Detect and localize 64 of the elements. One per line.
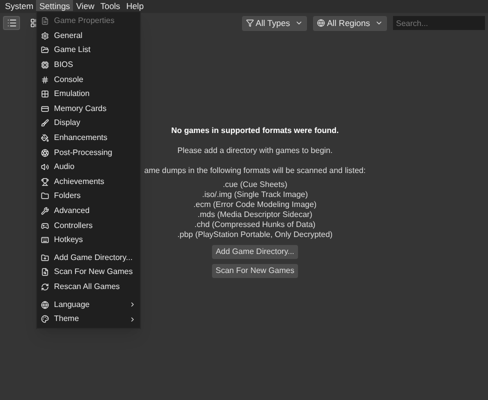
menu-item[interactable]: Language [37,297,140,312]
type-filter-dropdown[interactable]: All Types [242,16,307,30]
globe-icon [317,19,325,27]
format-entry: .iso/.img (Single Track Image) [202,190,308,200]
refresh-icon [41,282,49,291]
filter-icon [246,19,254,27]
menu-bar-item[interactable]: View [73,0,98,13]
menu-item[interactable]: General [37,28,140,44]
settings-icon [41,32,49,40]
menu-item[interactable]: Achievements [37,174,140,190]
menu-item[interactable]: Console [37,72,140,87]
folder-icon [41,192,49,200]
view-button[interactable] [3,16,20,30]
format-entry: .chd (Compressed Hunks of Data) [194,220,316,230]
menu-bar-item[interactable]: System [2,0,36,13]
menu-item[interactable]: Scan For New Games [37,265,140,280]
format-entry: .ecm (Error Code Modeling Image) [193,200,317,210]
menu-item[interactable]: Emulation [37,86,140,102]
hash-icon [41,76,49,84]
region-filter-dropdown[interactable]: All Regions [313,16,387,30]
menu-item[interactable]: Game List [37,43,140,58]
caret-icon [375,19,383,27]
format-entry: .mds (Media Descriptor Sidecar) [198,210,312,220]
menu-item[interactable]: BIOS [37,58,140,72]
format-entry: .cue (Cue Sheets) [222,180,288,190]
globe-icon [41,300,49,309]
search-field[interactable]: Search... [393,16,485,30]
menu-item[interactable]: Controllers [37,218,140,233]
menu-item[interactable]: Folders [37,189,140,204]
file-search-icon [41,268,49,276]
brush-icon [41,119,49,128]
menu-bar-item[interactable]: Tools [97,0,124,13]
chip-icon [41,61,49,70]
menu-item[interactable]: Audio [37,160,140,175]
action-button[interactable]: Add Game Directory... [212,244,298,258]
action-button[interactable]: Scan For New Games [212,264,298,278]
menu-item[interactable]: Rescan All Games [37,280,140,294]
card-icon [41,104,49,113]
menu-item[interactable]: Display [37,116,140,131]
folder-icon [41,46,49,54]
menu-item[interactable]: Post-Processing [37,145,140,160]
menu-bar-item[interactable]: Help [123,0,147,13]
speaker-icon [41,163,49,172]
menu-item[interactable]: Theme [37,312,140,326]
keyboard-icon [41,236,49,244]
empty-state-hint: Please add a directory with games to begin. [177,144,333,156]
grid-icon [41,90,49,98]
format-entry: .pbp (PlayStation Portable, Only Decrypted) [177,230,333,240]
wrench-icon [41,207,49,216]
formats-intro: ame dumps in the following formats will be scanned and listed: [144,164,366,176]
menu-item[interactable]: Add Game Directory... [37,250,140,266]
caret-icon [295,19,303,27]
menu-item[interactable]: Hotkeys [37,232,140,248]
menu-item[interactable]: Advanced [37,204,140,218]
empty-state-title: No games in supported formats were found. [171,124,339,136]
menu-item[interactable]: Memory Cards [37,102,140,116]
menu-item[interactable]: Enhancements [37,130,140,146]
trophy-icon [41,178,49,186]
document-icon [41,17,49,26]
gamepad-icon [41,222,49,230]
aperture-icon [41,148,49,157]
palette-icon [41,315,49,324]
paint-bucket-icon [41,134,49,142]
folder-plus-icon [41,254,49,262]
